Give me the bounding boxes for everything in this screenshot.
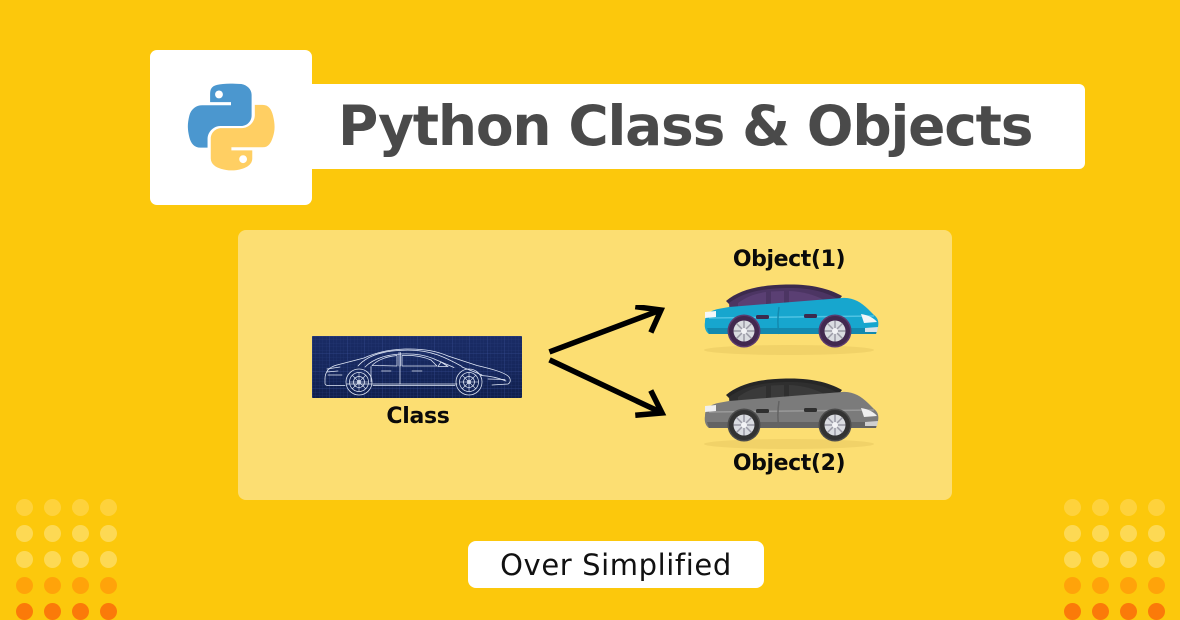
class-node: Class xyxy=(312,336,524,429)
object-2-label: Object(2) xyxy=(732,451,846,476)
decorative-dot xyxy=(1091,498,1109,516)
decorative-dot xyxy=(99,576,117,594)
decorative-dot xyxy=(1091,602,1109,620)
gray-suv-car-image xyxy=(704,378,879,449)
decorative-dot xyxy=(1119,498,1137,516)
decorative-dot xyxy=(15,576,33,594)
title-bar: Python Class & Objects xyxy=(300,84,1085,169)
arrow-to-object-2 xyxy=(548,357,667,418)
arrow-group xyxy=(548,305,667,418)
over-simplified-badge: Over Simplified xyxy=(468,541,764,588)
decorative-dot xyxy=(1119,576,1137,594)
decorative-dot xyxy=(1091,524,1109,542)
decorative-dot xyxy=(71,602,89,620)
decorative-dot xyxy=(1091,576,1109,594)
decorative-dot xyxy=(1063,550,1081,568)
decorative-dot xyxy=(99,550,117,568)
python-logo-card xyxy=(150,50,312,205)
dot-grid-left xyxy=(10,494,122,620)
decorative-dot xyxy=(71,550,89,568)
object-node-1: Object(1) xyxy=(674,247,904,356)
decorative-dot xyxy=(43,550,61,568)
decorative-dot xyxy=(1147,524,1165,542)
slide-canvas: Python Class & Objects Class Object(1) O… xyxy=(0,0,1180,620)
decorative-dot xyxy=(1147,576,1165,594)
decorative-dot xyxy=(15,498,33,516)
object-1-label: Object(1) xyxy=(732,247,846,272)
over-simplified-label: Over Simplified xyxy=(500,547,732,582)
decorative-dot xyxy=(43,576,61,594)
decorative-dot xyxy=(1091,550,1109,568)
decorative-dot xyxy=(99,524,117,542)
decorative-dot xyxy=(43,524,61,542)
diagram-panel: Class Object(1) Object(2) xyxy=(238,230,952,500)
car-blueprint-image xyxy=(312,336,522,398)
decorative-dot xyxy=(1147,602,1165,620)
decorative-dot xyxy=(99,602,117,620)
decorative-dot xyxy=(15,524,33,542)
decorative-dot xyxy=(1063,498,1081,516)
decorative-dot xyxy=(71,576,89,594)
class-label: Class xyxy=(386,404,450,429)
decorative-dot xyxy=(71,498,89,516)
decorative-dot xyxy=(1063,602,1081,620)
decorative-dot xyxy=(1119,524,1137,542)
arrow-to-object-1 xyxy=(548,305,666,355)
decorative-dot xyxy=(15,602,33,620)
blue-suv-car-image xyxy=(704,284,879,356)
dot-grid-right xyxy=(1058,494,1170,620)
decorative-dot xyxy=(99,498,117,516)
decorative-dot xyxy=(1063,524,1081,542)
decorative-dot xyxy=(43,602,61,620)
decorative-dot xyxy=(43,498,61,516)
python-logo-icon xyxy=(187,83,275,170)
decorative-dot xyxy=(1147,498,1165,516)
decorative-dot xyxy=(15,550,33,568)
decorative-dot xyxy=(71,524,89,542)
decorative-dot xyxy=(1119,550,1137,568)
decorative-dot xyxy=(1147,550,1165,568)
decorative-dot xyxy=(1063,576,1081,594)
object-node-2: Object(2) xyxy=(674,370,904,476)
page-title: Python Class & Objects xyxy=(338,94,1033,158)
decorative-dot xyxy=(1119,602,1137,620)
